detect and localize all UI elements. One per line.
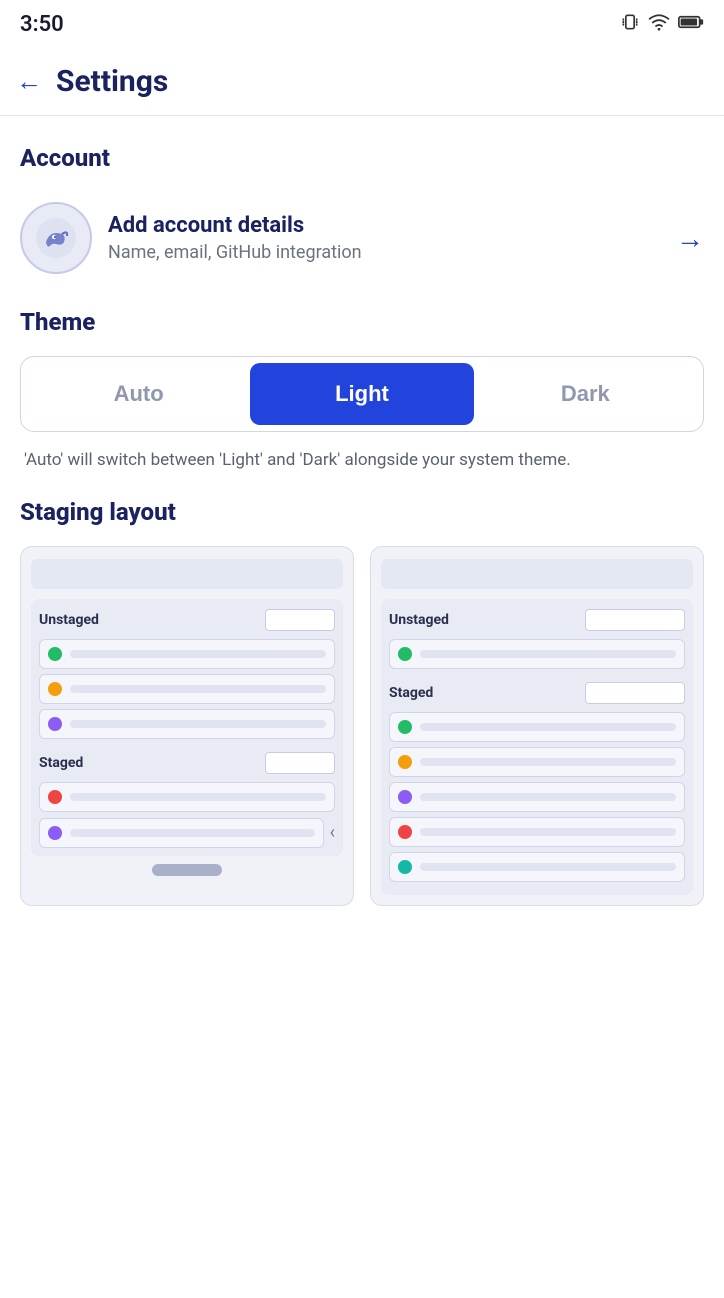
- staging-item: [389, 712, 685, 742]
- theme-section-title: Theme: [20, 308, 704, 336]
- staging-card-left-inner: Unstaged Staged: [31, 599, 343, 856]
- card-scroll-row: ‹: [39, 818, 335, 848]
- account-subtitle: Name, email, GitHub integration: [108, 242, 660, 263]
- staged-group-right: Staged: [389, 682, 685, 704]
- staging-card-right-inner: Unstaged Staged: [381, 599, 693, 895]
- dot-red-icon: [398, 825, 412, 839]
- page-title: Settings: [56, 64, 168, 99]
- theme-section: Theme Auto Light Dark 'Auto' will switch…: [0, 298, 724, 474]
- staging-card-left[interactable]: Unstaged Staged: [20, 546, 354, 906]
- unstaged-label-right: Unstaged: [389, 612, 449, 628]
- dot-green-icon: [398, 647, 412, 661]
- unstaged-group-right: Unstaged: [389, 609, 685, 631]
- staging-item: [39, 674, 335, 704]
- unstaged-input-left[interactable]: [265, 609, 335, 631]
- dot-purple-icon: [48, 826, 62, 840]
- dot-orange-icon: [48, 682, 62, 696]
- staged-label-right: Staged: [389, 685, 433, 701]
- staging-item: [39, 782, 335, 812]
- staging-item: [389, 817, 685, 847]
- staging-layout-section: Staging layout Unstaged: [0, 474, 724, 926]
- dot-green-icon: [48, 647, 62, 661]
- unstaged-group-left: Unstaged: [39, 609, 335, 631]
- avatar-icon: [34, 216, 78, 260]
- staging-cards: Unstaged Staged: [20, 546, 704, 906]
- theme-toggle: Auto Light Dark: [20, 356, 704, 432]
- staged-input-left[interactable]: [265, 752, 335, 774]
- unstaged-input-right[interactable]: [585, 609, 685, 631]
- unstaged-label-left: Unstaged: [39, 612, 99, 628]
- theme-dark-button[interactable]: Dark: [474, 363, 697, 425]
- dot-purple-icon: [398, 790, 412, 804]
- header: ← Settings: [0, 48, 724, 116]
- battery-icon: [678, 14, 704, 35]
- dot-teal-icon: [398, 860, 412, 874]
- status-icons: [620, 12, 704, 37]
- dot-orange-icon: [398, 755, 412, 769]
- account-title: Add account details: [108, 213, 660, 238]
- staging-item: [389, 639, 685, 669]
- avatar: [20, 202, 92, 274]
- account-text: Add account details Name, email, GitHub …: [108, 213, 660, 263]
- vibrate-icon: [620, 12, 640, 37]
- back-button[interactable]: ←: [16, 66, 42, 97]
- staging-item: [39, 818, 324, 848]
- theme-light-button[interactable]: Light: [250, 363, 473, 425]
- staging-layout-title: Staging layout: [20, 498, 704, 526]
- staging-item: [39, 709, 335, 739]
- dot-purple-icon: [48, 717, 62, 731]
- staging-item: [389, 747, 685, 777]
- staged-group-left: Staged: [39, 752, 335, 774]
- theme-auto-button[interactable]: Auto: [27, 363, 250, 425]
- wifi-icon: [648, 13, 670, 36]
- theme-hint: 'Auto' will switch between 'Light' and '…: [20, 448, 704, 474]
- status-time: 3:50: [20, 12, 64, 37]
- dot-red-icon: [48, 790, 62, 804]
- status-bar: 3:50: [0, 0, 724, 48]
- staged-label-left: Staged: [39, 755, 83, 771]
- account-row[interactable]: Add account details Name, email, GitHub …: [20, 192, 704, 298]
- dot-green-icon: [398, 720, 412, 734]
- chevron-left-icon: ‹: [330, 822, 335, 843]
- staged-input-right[interactable]: [585, 682, 685, 704]
- account-section-title: Account: [20, 144, 704, 172]
- staging-item: [389, 782, 685, 812]
- account-section: Account Add account details Name, email,…: [0, 116, 724, 298]
- scroll-indicator: [152, 864, 222, 876]
- staging-item: [389, 852, 685, 882]
- staging-card-right[interactable]: Unstaged Staged: [370, 546, 704, 906]
- staging-item: [39, 639, 335, 669]
- account-arrow-icon[interactable]: →: [676, 222, 704, 255]
